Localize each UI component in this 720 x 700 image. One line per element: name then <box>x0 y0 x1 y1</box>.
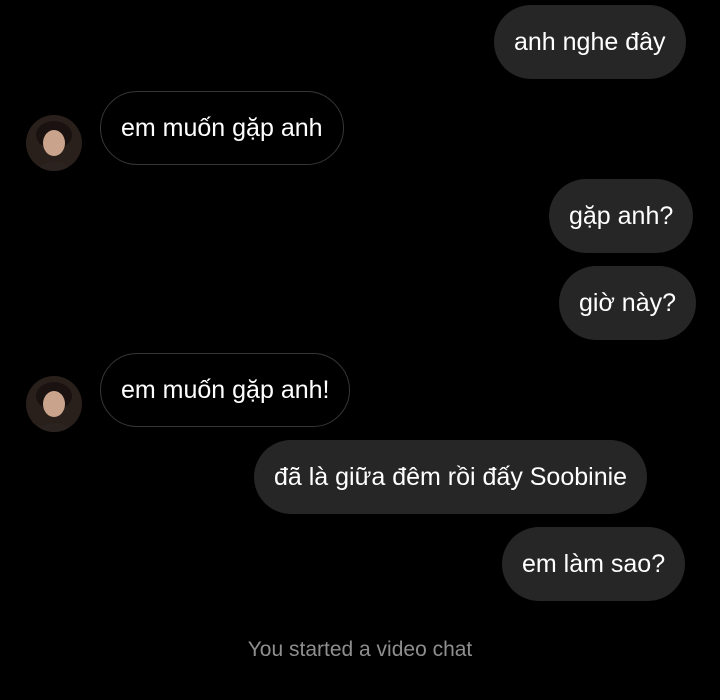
contact-avatar[interactable] <box>26 376 82 432</box>
profile-photo-icon <box>26 115 82 171</box>
message-text: giờ này? <box>579 288 677 317</box>
incoming-message-bubble[interactable]: em muốn gặp anh! <box>100 353 351 427</box>
profile-photo-icon <box>26 376 82 432</box>
message-text: anh nghe đây <box>514 27 666 56</box>
message-text: em muốn gặp anh! <box>121 375 330 404</box>
outgoing-message-bubble[interactable]: em làm sao? <box>502 527 686 601</box>
message-text: em làm sao? <box>522 549 666 578</box>
message-text: gặp anh? <box>569 201 674 230</box>
outgoing-message-bubble[interactable]: đã là giữa đêm rồi đấy Soobinie <box>254 440 648 514</box>
message-text: em muốn gặp anh <box>121 113 323 142</box>
system-message: You started a video chat <box>247 638 473 661</box>
contact-avatar[interactable] <box>26 115 82 171</box>
outgoing-message-bubble[interactable]: gặp anh? <box>549 179 694 253</box>
message-text: đã là giữa đêm rồi đấy Soobinie <box>274 462 628 491</box>
outgoing-message-bubble[interactable]: giờ này? <box>559 266 697 340</box>
outgoing-message-bubble[interactable]: anh nghe đây <box>494 5 686 79</box>
incoming-message-bubble[interactable]: em muốn gặp anh <box>100 91 344 165</box>
